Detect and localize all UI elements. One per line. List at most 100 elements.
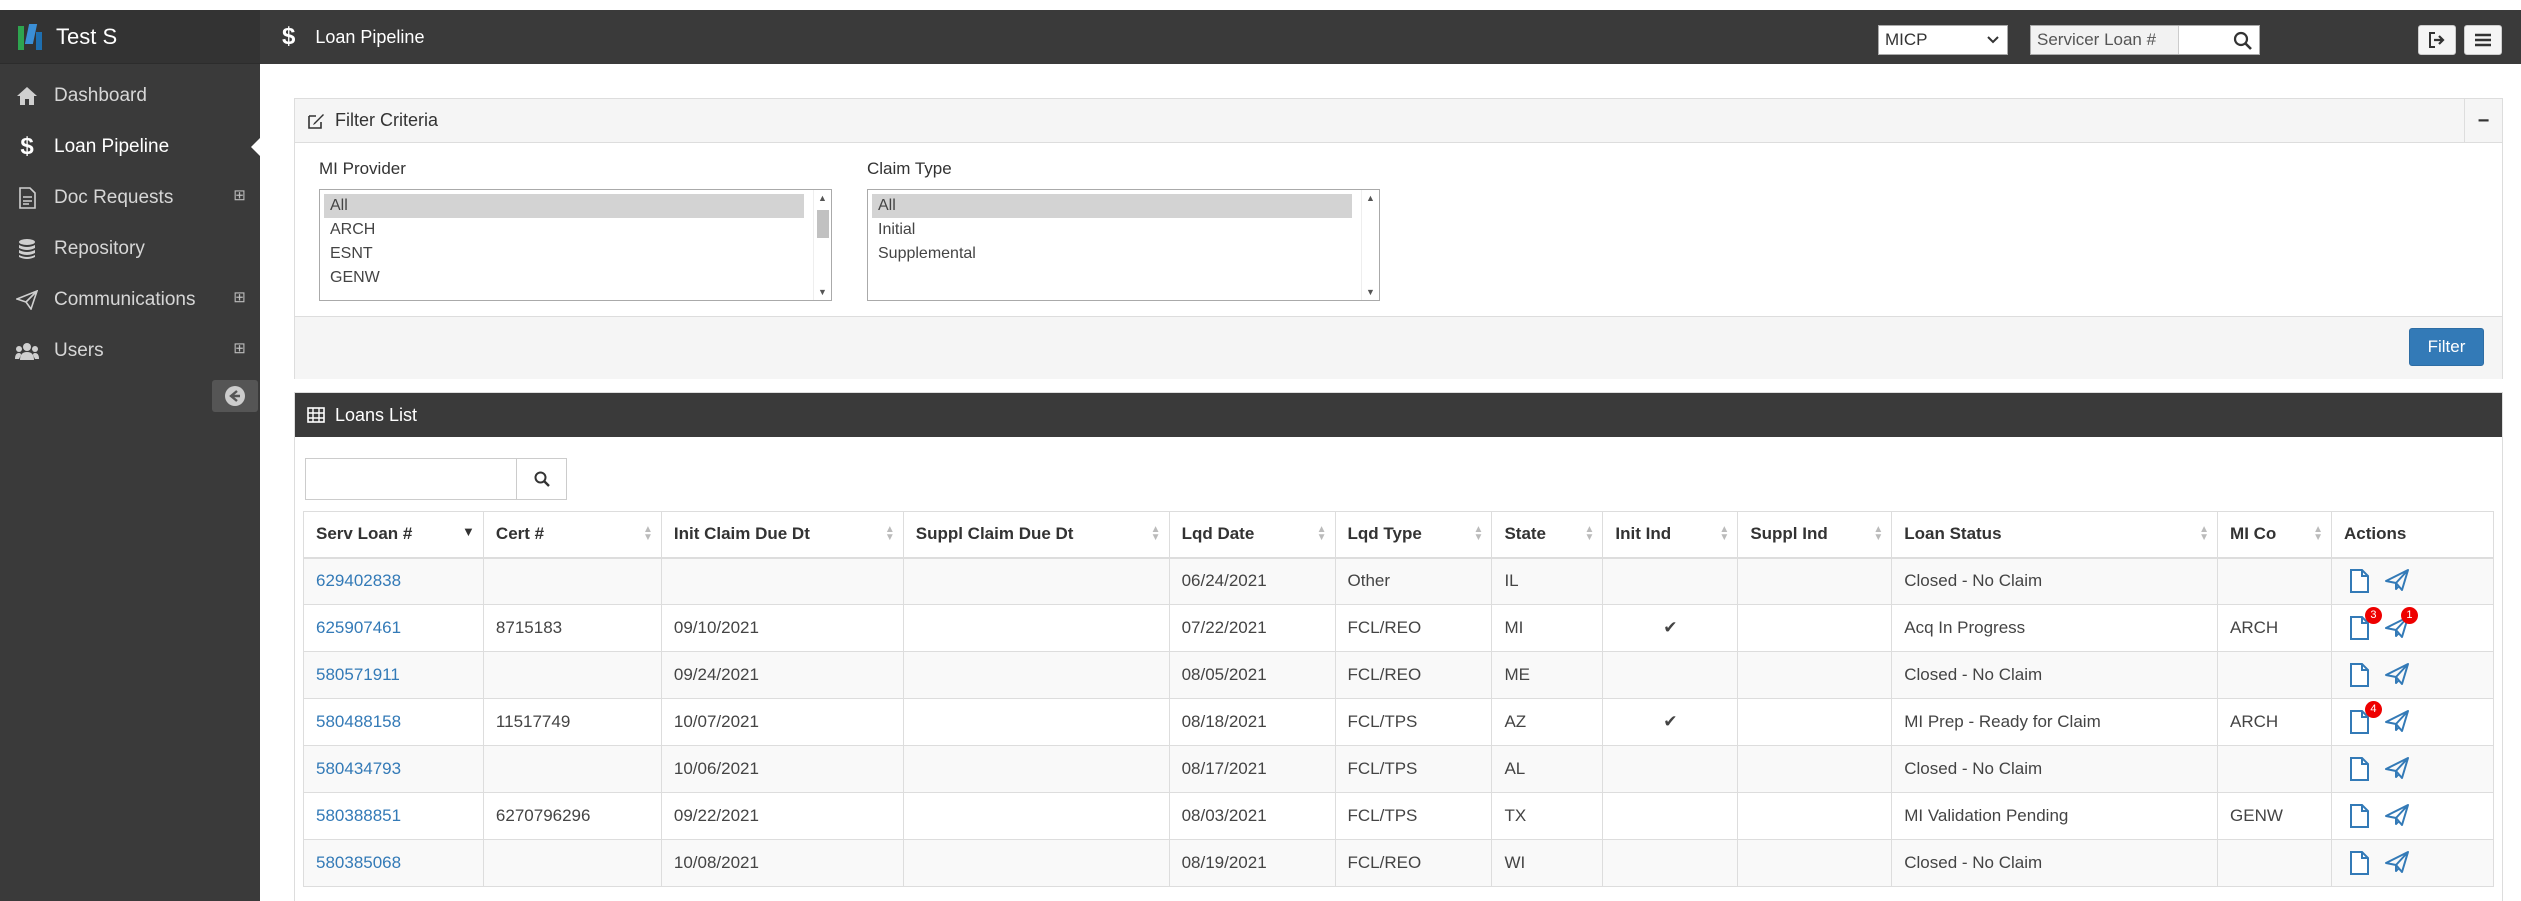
column-header[interactable]: Init Ind ▲ ▼ bbox=[1602, 511, 1739, 559]
serv-loan-link[interactable]: 580388851 bbox=[316, 806, 401, 825]
sidebar: Test S Dashboard $ Loan Pipeline Doc Req… bbox=[0, 10, 260, 901]
cell-text: 09/22/2021 bbox=[673, 806, 759, 825]
document-icon[interactable] bbox=[2348, 662, 2374, 688]
cell-text: Acq In Progress bbox=[1904, 618, 2026, 637]
paper-plane-icon[interactable] bbox=[2384, 756, 2410, 782]
listbox-option[interactable]: Initial bbox=[872, 218, 1352, 242]
sidebar-item-label: Dashboard bbox=[54, 84, 147, 106]
claim-type-listbox[interactable]: All Initial Supplemental ▲ ▼ bbox=[867, 189, 1380, 301]
serv-loan-link[interactable]: 580385068 bbox=[316, 853, 401, 872]
sidebar-item-communications[interactable]: Communications ⊞ bbox=[0, 274, 260, 325]
column-header[interactable]: Lqd Date ▲ ▼ bbox=[1168, 511, 1336, 559]
expand-icon[interactable]: ⊞ bbox=[233, 341, 246, 356]
cell-init-ind: ✔ bbox=[1602, 604, 1739, 652]
table-search-input[interactable] bbox=[305, 458, 517, 500]
expand-icon[interactable]: ⊞ bbox=[233, 188, 246, 203]
cell-status: MI Prep - Ready for Claim bbox=[1891, 698, 2219, 746]
cell-serv-loan[interactable]: 580388851 bbox=[303, 792, 484, 840]
listbox-option[interactable]: GENW bbox=[324, 266, 804, 290]
table-row: 580434793 10/06/2021 08/17/2021 FCL/TPS AL Cl… bbox=[303, 745, 2495, 793]
expand-icon[interactable]: ⊞ bbox=[233, 290, 246, 305]
listbox-option[interactable]: Supplemental bbox=[872, 242, 1352, 266]
cell-text: 6270796296 bbox=[495, 806, 591, 825]
listbox-option[interactable]: ARCH bbox=[324, 218, 804, 242]
sidebar-item-users[interactable]: Users ⊞ bbox=[0, 325, 260, 376]
cell-serv-loan[interactable]: 580571911 bbox=[303, 651, 484, 699]
filter-button[interactable]: Filter bbox=[2409, 328, 2484, 366]
database-icon bbox=[14, 238, 40, 260]
check-icon: ✔ bbox=[1663, 618, 1678, 637]
page-title-area: $ Loan Pipeline bbox=[260, 23, 424, 51]
mi-provider-select[interactable]: MICP bbox=[1878, 25, 2008, 55]
column-header[interactable]: Suppl Claim Due Dt ▲ ▼ bbox=[902, 511, 1170, 559]
document-icon[interactable] bbox=[2348, 803, 2374, 829]
column-header[interactable]: State ▲ ▼ bbox=[1491, 511, 1604, 559]
listbox-option[interactable]: All bbox=[872, 194, 1352, 218]
sidebar-collapse-button[interactable] bbox=[212, 380, 258, 412]
cell-init-due bbox=[660, 557, 904, 605]
mi-provider-listbox[interactable]: All ARCH ESNT GENW ▲ ▼ bbox=[319, 189, 832, 301]
cell-suppl-due bbox=[902, 698, 1170, 746]
cell-mi-co bbox=[2217, 651, 2332, 699]
cell-serv-loan[interactable]: 580488158 bbox=[303, 698, 484, 746]
table-search-button[interactable] bbox=[517, 458, 567, 500]
search-icon[interactable] bbox=[2233, 31, 2253, 56]
serv-loan-link[interactable]: 580434793 bbox=[316, 759, 401, 778]
cell-text: Other bbox=[1347, 571, 1391, 591]
document-icon[interactable] bbox=[2348, 568, 2374, 594]
serv-loan-link[interactable]: 625907461 bbox=[316, 618, 401, 637]
table-row: 580388851 6270796296 09/22/2021 08/03/2021 F… bbox=[303, 792, 2495, 840]
sidebar-nav: Dashboard $ Loan Pipeline Doc Requests ⊞… bbox=[0, 64, 260, 376]
paper-plane-icon[interactable] bbox=[2384, 662, 2410, 688]
column-header[interactable]: Lqd Type ▲ ▼ bbox=[1334, 511, 1493, 559]
brand-logo-icon bbox=[16, 22, 46, 52]
brand[interactable]: Test S bbox=[0, 10, 260, 64]
document-icon[interactable] bbox=[2348, 850, 2374, 876]
sidebar-item-dashboard[interactable]: Dashboard bbox=[0, 70, 260, 121]
serv-loan-link[interactable]: 629402838 bbox=[316, 571, 401, 590]
listbox-scrollbar[interactable]: ▲ ▼ bbox=[813, 190, 831, 300]
document-icon[interactable]: 4 bbox=[2348, 701, 2382, 735]
menu-button[interactable] bbox=[2464, 25, 2502, 55]
sidebar-item-loan-pipeline[interactable]: $ Loan Pipeline bbox=[0, 121, 260, 172]
filter-panel-header: Filter Criteria − bbox=[295, 99, 2502, 143]
cell-lqd-date: 08/03/2021 bbox=[1168, 792, 1336, 840]
cell-text: FCL/TPS bbox=[1347, 759, 1418, 778]
cell-suppl-due bbox=[902, 651, 1170, 699]
listbox-scrollbar[interactable]: ▲ ▼ bbox=[1361, 190, 1379, 300]
serv-loan-link[interactable]: 580488158 bbox=[316, 712, 401, 731]
document-icon[interactable]: 3 bbox=[2348, 607, 2382, 641]
column-header[interactable]: MI Co ▲ ▼ bbox=[2217, 511, 2332, 559]
collapse-filter-button[interactable]: − bbox=[2464, 99, 2502, 143]
cell-state: AZ bbox=[1491, 698, 1604, 746]
cell-text: 10/06/2021 bbox=[673, 759, 759, 778]
paper-plane-icon[interactable] bbox=[2384, 709, 2410, 735]
cell-serv-loan[interactable]: 629402838 bbox=[303, 557, 484, 605]
claim-type-label: Claim Type bbox=[867, 159, 952, 178]
paper-plane-icon[interactable]: 1 bbox=[2384, 607, 2418, 641]
cell-serv-loan[interactable]: 580434793 bbox=[303, 745, 484, 793]
cell-serv-loan[interactable]: 580385068 bbox=[303, 839, 484, 887]
sidebar-item-repository[interactable]: Repository bbox=[0, 223, 260, 274]
paper-plane-icon[interactable] bbox=[2384, 803, 2410, 829]
column-header[interactable]: Init Claim Due Dt ▲ ▼ bbox=[660, 511, 904, 559]
column-header[interactable]: Cert # ▲ ▼ bbox=[482, 511, 662, 559]
listbox-option[interactable]: All bbox=[324, 194, 804, 218]
serv-loan-link[interactable]: 580571911 bbox=[316, 665, 400, 684]
cell-state: TX bbox=[1491, 792, 1604, 840]
paper-plane-icon[interactable] bbox=[2384, 850, 2410, 876]
cell-serv-loan[interactable]: 625907461 bbox=[303, 604, 484, 652]
column-header[interactable]: Loan Status ▲ ▼ bbox=[1891, 511, 2219, 559]
listbox-option[interactable]: ESNT bbox=[324, 242, 804, 266]
cell-lqd-type: FCL/TPS bbox=[1334, 745, 1493, 793]
column-header[interactable]: Suppl Ind ▲ ▼ bbox=[1737, 511, 1893, 559]
cell-lqd-date: 07/22/2021 bbox=[1168, 604, 1336, 652]
cell-text: 07/22/2021 bbox=[1181, 618, 1267, 637]
loans-list-title: Loans List bbox=[335, 404, 418, 425]
column-header[interactable]: Serv Loan # ▼ bbox=[303, 511, 484, 559]
page-title: Loan Pipeline bbox=[315, 26, 425, 47]
document-icon[interactable] bbox=[2348, 756, 2374, 782]
paper-plane-icon[interactable] bbox=[2384, 568, 2410, 594]
logout-button[interactable] bbox=[2418, 25, 2456, 55]
sidebar-item-doc-requests[interactable]: Doc Requests ⊞ bbox=[0, 172, 260, 223]
